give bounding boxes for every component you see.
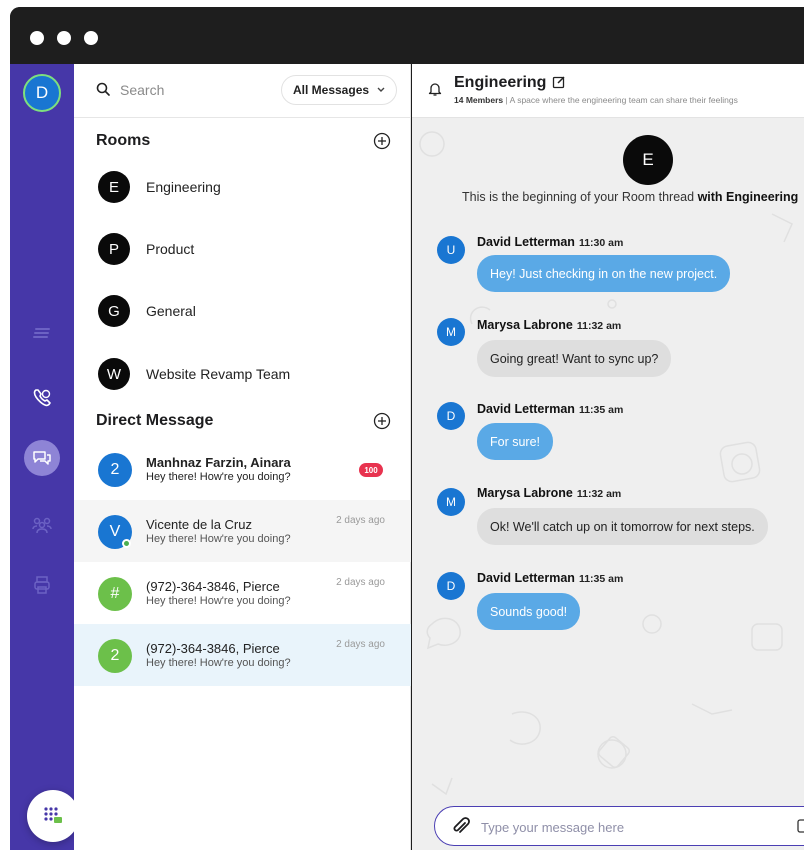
user-avatar[interactable]: D [23,74,61,112]
unread-badge: 100 [359,463,383,477]
nav-rail: D [10,64,74,850]
dm-avatar: 2 [98,639,132,673]
thread-start-notice: This is the beginning of your Room threa… [462,190,799,204]
room-item-engineering[interactable]: E Engineering [74,155,411,217]
window-minimize-dot[interactable] [57,31,71,45]
message-avatar: M [437,488,465,516]
dm-name: Vicente de la Cruz [146,517,252,532]
message-composer [434,806,804,846]
message-avatar: M [437,318,465,346]
dialpad-icon [44,807,62,823]
add-room-button[interactable] [373,132,391,150]
room-subtitle: 14 Members | A space where the engineeri… [454,95,738,105]
member-count[interactable]: 14 Members [454,95,503,105]
dm-name: (972)-364-3846, Pierce [146,579,280,594]
dm-item-selected[interactable]: 2 (972)-364-3846, Pierce Hey there! How'… [74,624,411,686]
dialpad-button[interactable] [27,790,79,842]
message-time: 11:35 am [578,404,624,416]
message-time: 11:35 am [578,573,624,585]
title-bar [10,7,804,64]
room-label: General [146,303,196,319]
chat-header: Engineering 14 Members | A space where t… [412,64,804,118]
printer-icon[interactable] [26,569,58,601]
room-avatar: E [98,171,130,203]
message-avatar: U [437,236,465,264]
subtitle-separator: | [505,95,508,105]
dm-item[interactable]: # (972)-364-3846, Pierce Hey there! How'… [74,562,411,624]
message-time: 11:32 am [576,320,622,332]
attachment-icon[interactable] [451,817,471,837]
search-icon [96,82,110,96]
dm-preview: Hey there! How're you doing? [146,471,291,483]
room-label: Product [146,241,195,257]
bell-icon[interactable] [428,81,442,97]
chevron-down-icon [377,87,385,92]
conversation-list: All Messages Rooms E Engineering P Produ… [74,64,411,850]
dm-preview: Hey there! How're you doing? [146,595,291,607]
message-bubble-incoming[interactable]: Going great! Want to sync up? [477,340,672,377]
people-icon[interactable] [26,509,58,541]
room-label: Website Revamp Team [146,366,291,382]
message-author: David Letterman 11:35 am [477,402,624,416]
message-input[interactable] [481,816,781,838]
dm-timestamp: 2 days ago [336,639,385,650]
room-label: Engineering [146,179,221,195]
chat-pane: Engineering 14 Members | A space where t… [412,64,804,850]
message-author: David Letterman 11:35 am [477,571,624,585]
message-bubble-outgoing[interactable]: Hey! Just checking in on the new project… [477,255,731,292]
room-item-website-revamp-team[interactable]: W Website Revamp Team [74,342,411,404]
dm-item[interactable]: 2 Manhnaz Farzin, Ainara Hey there! How'… [74,438,411,500]
chat-background-pattern [419,131,793,796]
search-input[interactable] [120,79,260,101]
room-item-product[interactable]: P Product [74,217,411,279]
dm-item[interactable]: V Vicente de la Cruz Hey there! How're y… [74,500,411,562]
rooms-heading: Rooms [96,132,151,149]
dm-timestamp: 2 days ago [336,577,385,588]
search-bar: All Messages [74,64,411,118]
dm-name: (972)-364-3846, Pierce [146,641,280,656]
dm-name: Manhnaz Farzin, Ainara [146,455,291,470]
direct-message-heading: Direct Message [96,412,214,429]
room-item-general[interactable]: G General [74,279,411,341]
message-time: 11:30 am [578,237,624,249]
room-avatar-large: E [623,135,673,185]
send-icon[interactable] [797,819,804,833]
message-author: Marysa Labrone 11:32 am [477,318,622,332]
dm-avatar: V [98,515,132,549]
dm-avatar: # [98,577,132,611]
message-bubble-incoming[interactable]: Ok! We'll catch up on it tomorrow for ne… [477,508,768,545]
message-avatar: D [437,572,465,600]
chat-icon[interactable] [24,440,60,476]
message-time: 11:32 am [576,488,622,500]
room-title: Engineering [454,74,547,91]
window-close-dot[interactable] [30,31,44,45]
message-author: Marysa Labrone 11:32 am [477,486,622,500]
room-description: A space where the engineering team can s… [509,95,738,105]
message-bubble-outgoing[interactable]: For sure! [477,423,554,460]
dm-preview: Hey there! How're you doing? [146,657,291,669]
online-status-dot [122,539,131,548]
dm-avatar: 2 [98,453,132,487]
add-direct-message-button[interactable] [373,412,391,430]
stack-icon[interactable] [26,318,58,350]
room-avatar: G [98,295,130,327]
message-filter-dropdown[interactable]: All Messages [281,75,397,105]
edit-icon[interactable] [552,75,566,89]
dm-timestamp: 2 days ago [336,515,385,526]
dm-preview: Hey there! How're you doing? [146,533,291,545]
room-avatar: W [98,358,130,390]
message-author: David Letterman 11:30 am [477,235,624,249]
filter-label: All Messages [293,83,370,97]
message-avatar: D [437,402,465,430]
room-avatar: P [98,233,130,265]
phone-icon[interactable] [26,382,58,414]
message-bubble-outgoing[interactable]: Sounds good! [477,593,581,630]
window-zoom-dot[interactable] [84,31,98,45]
